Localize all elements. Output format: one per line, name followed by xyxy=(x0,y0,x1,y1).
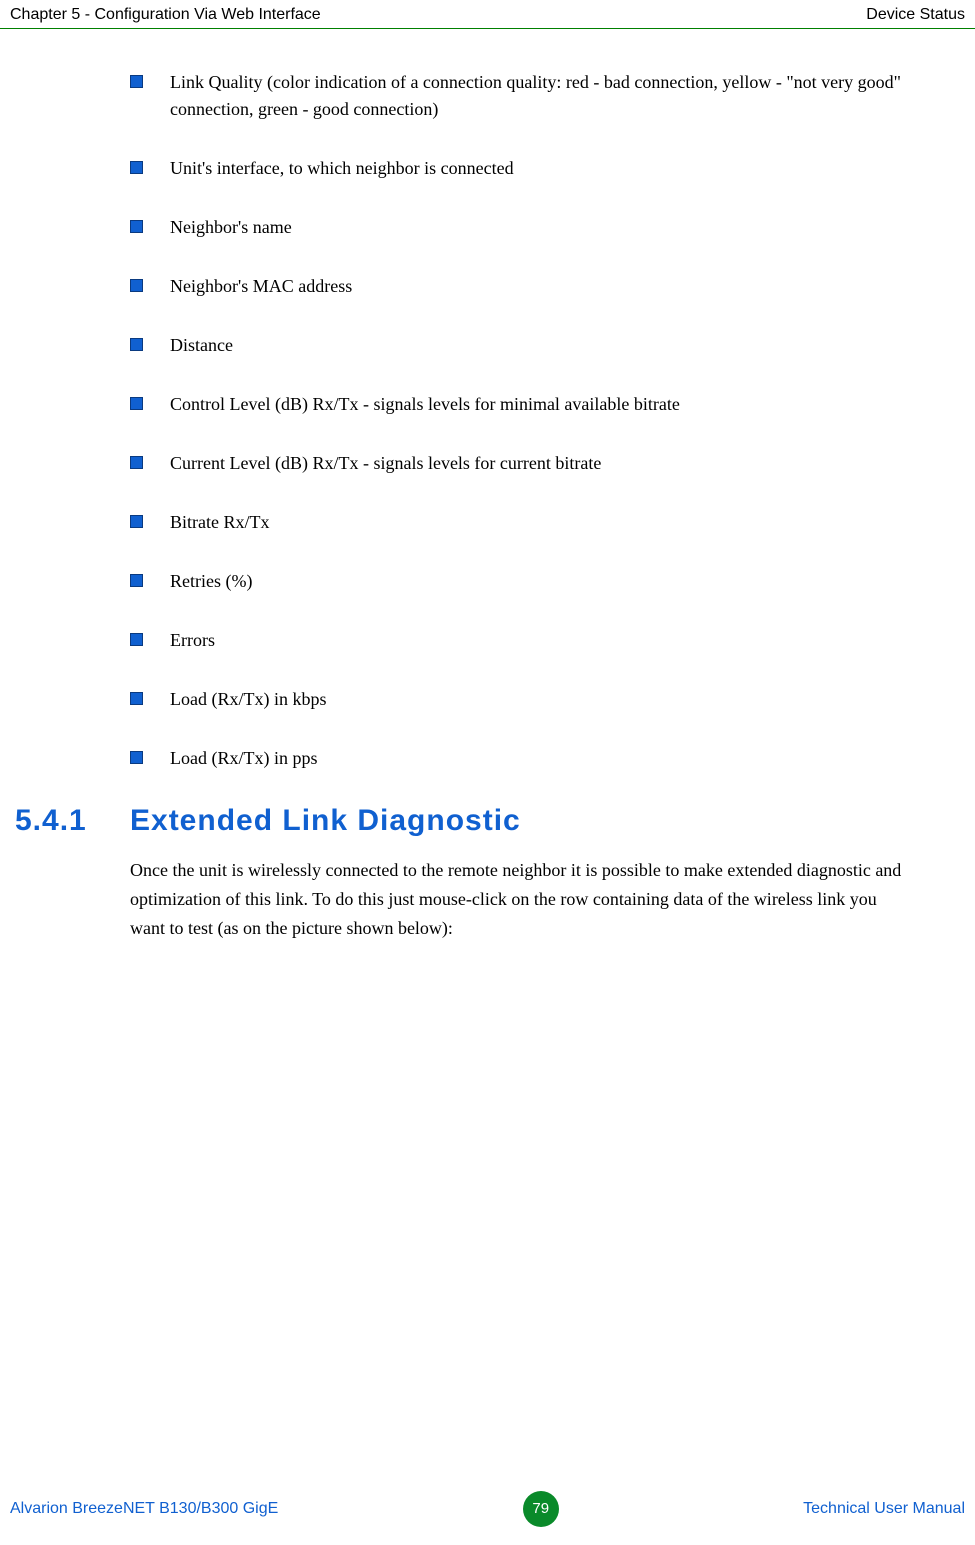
header-right: Device Status xyxy=(866,6,965,24)
list-item: Load (Rx/Tx) in pps xyxy=(130,745,915,772)
list-item: Load (Rx/Tx) in kbps xyxy=(130,686,915,713)
page-header: Chapter 5 - Configuration Via Web Interf… xyxy=(0,0,975,29)
section-number: 5.4.1 xyxy=(15,804,130,838)
page-footer: Alvarion BreezeNET B130/B300 GigE 79 Tec… xyxy=(0,1483,975,1545)
bullet-list: Link Quality (color indication of a conn… xyxy=(130,69,915,772)
footer-right: Technical User Manual xyxy=(803,1500,965,1518)
list-item: Control Level (dB) Rx/Tx - signals level… xyxy=(130,391,915,418)
list-item: Errors xyxy=(130,627,915,654)
list-item: Unit's interface, to which neighbor is c… xyxy=(130,155,915,182)
section-title: Extended Link Diagnostic xyxy=(130,804,521,838)
list-item: Neighbor's name xyxy=(130,214,915,241)
footer-left: Alvarion BreezeNET B130/B300 GigE xyxy=(10,1500,278,1518)
list-item: Current Level (dB) Rx/Tx - signals level… xyxy=(130,450,915,477)
header-left: Chapter 5 - Configuration Via Web Interf… xyxy=(10,6,321,24)
list-item: Retries (%) xyxy=(130,568,915,595)
list-item: Distance xyxy=(130,332,915,359)
page-content: Link Quality (color indication of a conn… xyxy=(0,29,975,942)
section-heading: 5.4.1 Extended Link Diagnostic xyxy=(15,804,915,838)
list-item: Link Quality (color indication of a conn… xyxy=(130,69,915,123)
list-item: Neighbor's MAC address xyxy=(130,273,915,300)
list-item: Bitrate Rx/Tx xyxy=(130,509,915,536)
section-body: Once the unit is wirelessly connected to… xyxy=(130,856,915,942)
page-number-badge: 79 xyxy=(523,1491,559,1527)
